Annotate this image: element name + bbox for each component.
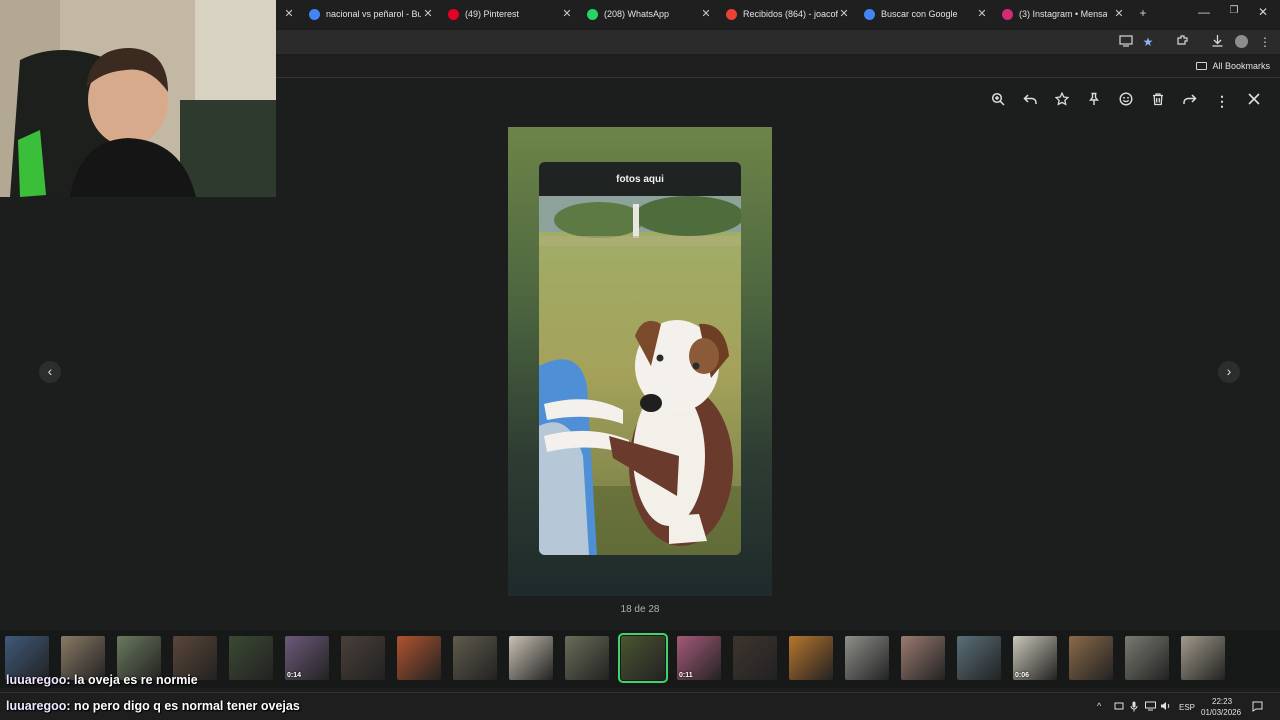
media-story-preview: fotos aqui xyxy=(508,127,772,596)
install-app-icon[interactable] xyxy=(1118,34,1134,50)
window-close-button[interactable]: ✕ xyxy=(1255,5,1271,19)
media-thumbnail[interactable] xyxy=(957,636,1001,680)
video-duration: 0:06 xyxy=(1015,672,1030,679)
chat-text: : la oveja es re normie xyxy=(66,673,198,687)
video-duration: 0:11 xyxy=(679,672,693,679)
dog-photo xyxy=(539,196,741,555)
download-icon[interactable] xyxy=(1209,34,1225,50)
profile-avatar[interactable] xyxy=(1233,34,1249,50)
bookmark-star-icon[interactable]: ★ xyxy=(1140,34,1156,50)
extensions-icon[interactable] xyxy=(1174,34,1190,50)
chat-text: : no pero digo q es normal tener ovejas xyxy=(66,699,300,713)
gmail-icon xyxy=(726,8,737,20)
tab-close-icon[interactable]: ✕ xyxy=(561,7,573,20)
video-duration: 0:14 xyxy=(287,672,302,679)
media-thumbnail[interactable]: 0:11 xyxy=(677,636,721,680)
tab-title: nacional vs peñarol - Bus xyxy=(326,9,421,19)
minimize-button[interactable]: — xyxy=(1196,5,1212,19)
microphone-icon[interactable] xyxy=(1130,701,1138,714)
media-thumbnail[interactable] xyxy=(1181,636,1225,680)
clock-time[interactable]: 22:23 xyxy=(1212,697,1232,706)
pinterest-icon xyxy=(448,8,459,20)
media-thumbnail[interactable] xyxy=(397,636,441,680)
bookmarks-bar: All Bookmarks xyxy=(276,56,1280,78)
volume-icon[interactable] xyxy=(1160,701,1171,713)
story-card: fotos aqui xyxy=(539,162,741,555)
browser-menu-icon[interactable]: ⋮ xyxy=(1257,34,1273,50)
browser-tab[interactable]: (208) WhatsApp xyxy=(587,0,699,28)
tab-close-icon[interactable]: ✕ xyxy=(838,7,850,20)
google-icon xyxy=(309,8,320,20)
google-icon xyxy=(864,8,875,20)
new-tab-button[interactable]: + xyxy=(1135,6,1151,20)
thumbnail-selected[interactable] xyxy=(618,633,668,683)
chat-username: luuaregoo xyxy=(6,673,67,687)
close-icon[interactable] xyxy=(1245,92,1263,110)
tab-close-icon[interactable]: ✕ xyxy=(422,7,434,20)
tab-close-icon[interactable]: ✕ xyxy=(1113,7,1125,20)
media-thumbnail[interactable] xyxy=(509,636,553,680)
media-thumbnail[interactable] xyxy=(229,636,273,680)
zoom-in-icon[interactable] xyxy=(989,92,1007,110)
browser-tab[interactable]: (49) Pinterest xyxy=(448,0,560,28)
webcam-overlay xyxy=(0,0,276,197)
media-thumbnail[interactable]: 0:06 xyxy=(1013,636,1057,680)
media-thumbnail[interactable] xyxy=(1125,636,1169,680)
all-bookmarks-label: All Bookmarks xyxy=(1212,61,1270,71)
chat-username: luuaregoo xyxy=(6,699,67,713)
pin-icon[interactable] xyxy=(1085,92,1103,110)
reply-icon[interactable] xyxy=(1021,92,1039,110)
media-thumbnail[interactable] xyxy=(1069,636,1113,680)
clock-date[interactable]: 01/03/2026 xyxy=(1201,708,1241,717)
story-title: fotos aqui xyxy=(539,162,741,196)
tab-title: (208) WhatsApp xyxy=(604,9,670,19)
media-thumbnail[interactable] xyxy=(789,636,833,680)
media-thumbnail[interactable] xyxy=(733,636,777,680)
tab-close-icon[interactable]: ✕ xyxy=(283,7,295,20)
notifications-icon[interactable] xyxy=(1252,701,1263,714)
browser-tab[interactable]: nacional vs peñarol - Bus xyxy=(309,0,421,28)
tab-title: (49) Pinterest xyxy=(465,9,520,19)
media-thumbnail[interactable] xyxy=(901,636,945,680)
language-indicator[interactable]: ESP xyxy=(1179,703,1195,712)
tab-title: (3) Instagram • Mensajes xyxy=(1019,9,1107,19)
all-bookmarks-button[interactable]: All Bookmarks xyxy=(1196,61,1270,71)
media-counter: 18 de 28 xyxy=(620,604,660,615)
more-icon[interactable]: ⋮ xyxy=(1213,92,1231,110)
emoji-icon[interactable] xyxy=(1117,92,1135,110)
whatsapp-icon xyxy=(587,8,598,20)
media-thumbnail[interactable] xyxy=(845,636,889,680)
tab-title: Recibidos (864) - joacofag xyxy=(743,9,838,19)
maximize-button[interactable]: ❐ xyxy=(1226,5,1242,16)
tab-title: Buscar con Google xyxy=(881,9,958,19)
media-thumbnail[interactable] xyxy=(341,636,385,680)
media-thumbnail[interactable] xyxy=(565,636,609,680)
media-thumbnail[interactable]: 0:14 xyxy=(285,636,329,680)
chat-message: luuaregoo: no pero digo q es normal tene… xyxy=(6,699,300,713)
previous-media-button[interactable]: ‹ xyxy=(39,361,61,383)
delete-icon[interactable] xyxy=(1149,92,1167,110)
chat-message: luuaregoo: la oveja es re normie xyxy=(6,673,198,687)
star-icon[interactable] xyxy=(1053,91,1071,110)
instagram-icon xyxy=(1002,8,1013,20)
display-icon[interactable] xyxy=(1145,701,1156,713)
forward-icon[interactable] xyxy=(1181,92,1199,110)
browser-tab[interactable]: Buscar con Google xyxy=(864,0,976,28)
network-icon[interactable] xyxy=(1114,701,1124,713)
tab-close-icon[interactable]: ✕ xyxy=(976,7,988,20)
browser-tab[interactable]: (3) Instagram • Mensajes xyxy=(1002,0,1107,28)
next-media-button[interactable]: › xyxy=(1218,361,1240,383)
browser-tab[interactable]: Recibidos (864) - joacofag xyxy=(726,0,838,28)
tab-close-icon[interactable]: ✕ xyxy=(700,7,712,20)
tray-overflow-icon[interactable]: ^ xyxy=(1097,701,1101,711)
media-thumbnail[interactable] xyxy=(453,636,497,680)
folder-icon xyxy=(1196,62,1208,70)
